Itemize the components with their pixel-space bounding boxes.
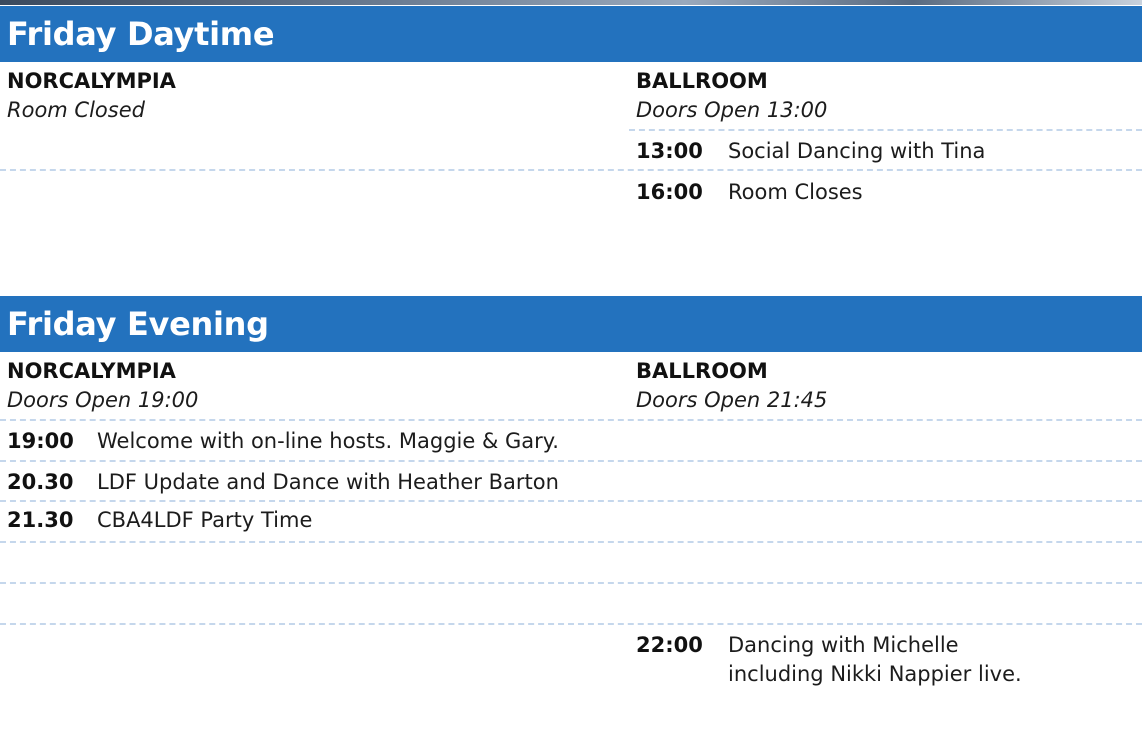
event-time: 21.30 <box>7 508 74 532</box>
event-description-continued: including Nikki Nappier live. <box>728 662 1022 686</box>
divider <box>0 582 1142 584</box>
event-time: 22:00 <box>636 633 703 657</box>
room-name-ballroom: BALLROOM <box>636 69 768 93</box>
event-description: LDF Update and Dance with Heather Barton <box>97 470 559 494</box>
room-name-norcalympia: NORCALYMPIA <box>7 359 176 383</box>
doors-open-note: Doors Open 13:00 <box>636 98 828 122</box>
section-title: Friday Evening <box>7 305 269 343</box>
room-name-norcalympia: NORCALYMPIA <box>7 69 176 93</box>
event-time: 20.30 <box>7 470 74 494</box>
event-description: Room Closes <box>728 180 863 204</box>
event-time: 19:00 <box>7 429 74 453</box>
event-description: Social Dancing with Tina <box>728 139 986 163</box>
header-image-strip <box>0 0 1142 5</box>
section-header-friday-daytime: Friday Daytime <box>0 6 1142 62</box>
doors-open-note: Doors Open 21:45 <box>636 388 828 412</box>
divider <box>0 541 1142 543</box>
section-header-friday-evening: Friday Evening <box>0 296 1142 352</box>
event-description: CBA4LDF Party Time <box>97 508 313 532</box>
event-description: Welcome with on-line hosts. Maggie & Gar… <box>97 429 559 453</box>
event-description: Dancing with Michelle <box>728 633 959 657</box>
divider <box>0 623 1142 625</box>
divider <box>0 500 1142 502</box>
room-name-ballroom: BALLROOM <box>636 359 768 383</box>
event-time: 13:00 <box>636 139 703 163</box>
room-status: Room Closed <box>7 98 145 122</box>
doors-open-note: Doors Open 19:00 <box>7 388 199 412</box>
section-title: Friday Daytime <box>7 15 275 53</box>
event-time: 16:00 <box>636 180 703 204</box>
divider <box>0 169 1142 171</box>
divider <box>0 419 1142 421</box>
divider <box>0 460 1142 462</box>
divider <box>629 129 1142 131</box>
